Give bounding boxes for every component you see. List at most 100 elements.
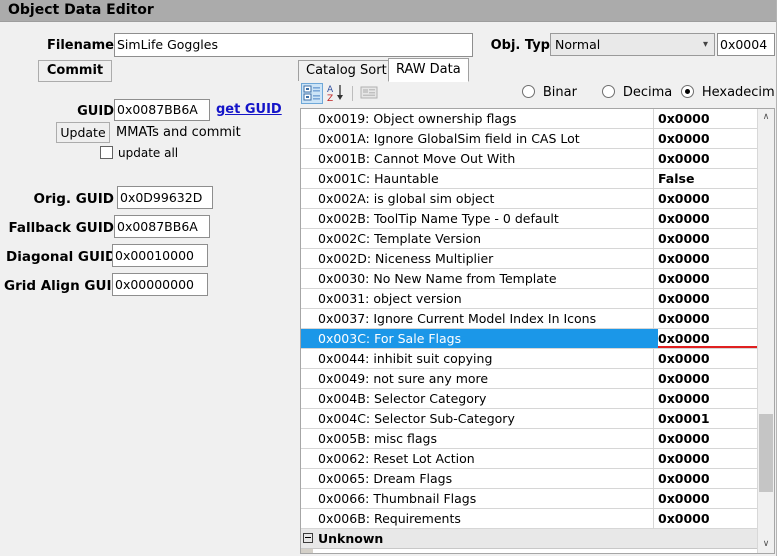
table-row[interactable]: 0x003C: For Sale Flags 0x0000: [301, 329, 757, 349]
row-value[interactable]: 0x0000: [658, 109, 757, 128]
row-value[interactable]: 0x0001: [658, 409, 757, 428]
objtype-select[interactable]: Normal ▾: [550, 33, 715, 56]
table-row[interactable]: 0x0062: Reset Lot Action 0x0000: [301, 449, 757, 469]
alphabetical-sort-icon[interactable]: A Z: [326, 83, 348, 104]
gridalign-guid-input[interactable]: 0x00000000: [112, 273, 208, 296]
row-value[interactable]: 0x0000: [658, 289, 757, 308]
column-divider[interactable]: [653, 409, 654, 428]
row-value[interactable]: 0x0000: [658, 389, 757, 408]
table-row[interactable]: 0x0019: Object ownership flags 0x0000: [301, 109, 757, 129]
row-value[interactable]: 0x0000: [658, 269, 757, 288]
column-divider[interactable]: [653, 169, 654, 188]
column-divider[interactable]: [653, 249, 654, 268]
column-divider[interactable]: [653, 209, 654, 228]
column-divider[interactable]: [653, 289, 654, 308]
row-value[interactable]: 0x0000: [658, 209, 757, 228]
update-all-checkbox[interactable]: [100, 146, 113, 159]
radio-binary-label: Binar: [542, 85, 577, 100]
radio-binary[interactable]: Binar: [522, 85, 577, 103]
table-row[interactable]: 0x0049: not sure any more 0x0000: [301, 369, 757, 389]
table-row[interactable]: 0x001B: Cannot Move Out With 0x0000: [301, 149, 757, 169]
table-row[interactable]: 0x002B: ToolTip Name Type - 0 default 0x0…: [301, 209, 757, 229]
scroll-up-arrow-icon[interactable]: ∧: [758, 109, 774, 126]
row-value[interactable]: 0x0000: [658, 509, 757, 528]
grid-vertical-scrollbar[interactable]: ∧ ∨: [757, 109, 774, 553]
table-row[interactable]: 0x0066: Thumbnail Flags 0x0000: [301, 489, 757, 509]
table-row[interactable]: 0x0031: object version 0x0000: [301, 289, 757, 309]
column-divider[interactable]: [653, 329, 654, 348]
property-pages-icon[interactable]: [358, 83, 380, 104]
update-button[interactable]: Update: [56, 122, 110, 143]
row-name: 0x002A: is global sim object: [318, 191, 495, 206]
orig-guid-label: Orig. GUID: [33, 191, 114, 207]
row-value[interactable]: 0x0000: [658, 349, 757, 368]
row-value[interactable]: 0x0000: [658, 189, 757, 208]
fallback-guid-input[interactable]: 0x0087BB6A: [114, 215, 210, 238]
radio-hexadecimal-dot: [681, 85, 694, 98]
column-divider[interactable]: [653, 369, 654, 388]
row-value[interactable]: 0x0000: [658, 329, 757, 348]
column-divider[interactable]: [653, 229, 654, 248]
scrollbar-thumb[interactable]: [759, 414, 773, 492]
orig-guid-input[interactable]: 0x0D99632D: [117, 186, 213, 209]
row-value[interactable]: 0x0000: [658, 369, 757, 388]
guid-input[interactable]: 0x0087BB6A: [114, 99, 210, 121]
row-value[interactable]: False: [658, 169, 757, 188]
row-name: 0x0049: not sure any more: [318, 371, 489, 386]
column-divider[interactable]: [653, 509, 654, 528]
column-divider[interactable]: [653, 389, 654, 408]
objtype-code-input[interactable]: 0x0004: [717, 33, 775, 56]
table-row[interactable]: 0x0065: Dream Flags 0x0000: [301, 469, 757, 489]
table-row[interactable]: 0x002D: Niceness Multiplier 0x0000: [301, 249, 757, 269]
row-value[interactable]: 0x0000: [658, 129, 757, 148]
scroll-down-arrow-icon[interactable]: ∨: [758, 536, 774, 553]
grid-category-row[interactable]: Unknown: [301, 529, 757, 549]
column-divider[interactable]: [653, 429, 654, 448]
filename-input[interactable]: SimLife Goggles: [114, 33, 473, 57]
row-value[interactable]: 0x0000: [658, 489, 757, 508]
column-divider[interactable]: [653, 449, 654, 468]
tab-catalog-sort[interactable]: Catalog Sort: [298, 60, 395, 81]
column-divider[interactable]: [653, 489, 654, 508]
row-name: 0x0044: inhibit suit copying: [318, 351, 493, 366]
row-value[interactable]: 0x0000: [658, 449, 757, 468]
commit-button[interactable]: Commit: [38, 60, 112, 82]
radio-hexadecimal[interactable]: Hexadecim: [681, 85, 775, 103]
row-value[interactable]: 0x0000: [658, 469, 757, 488]
row-value[interactable]: 0x0000: [658, 229, 757, 248]
row-value[interactable]: 0x0000: [658, 149, 757, 168]
tab-raw-data[interactable]: RAW Data: [388, 58, 469, 82]
object-data-editor-window: Object Data Editor Filename SimLife Gogg…: [0, 0, 777, 556]
row-value[interactable]: 0x0000: [658, 249, 757, 268]
column-divider[interactable]: [653, 529, 654, 548]
table-row[interactable]: 0x001A: Ignore GlobalSim field in CAS Lo…: [301, 129, 757, 149]
row-name: 0x0030: No New Name from Template: [318, 271, 557, 286]
table-row[interactable]: 0x001C: Hauntable False: [301, 169, 757, 189]
table-row[interactable]: 0x0044: inhibit suit copying 0x0000: [301, 349, 757, 369]
column-divider[interactable]: [653, 469, 654, 488]
get-guid-link[interactable]: get GUID: [216, 102, 282, 117]
row-name: 0x001C: Hauntable: [318, 171, 439, 186]
column-divider[interactable]: [653, 349, 654, 368]
categorized-view-icon[interactable]: [301, 83, 323, 104]
table-row[interactable]: 0x004B: Selector Category 0x0000: [301, 389, 757, 409]
column-divider[interactable]: [653, 269, 654, 288]
table-row[interactable]: 0x002A: is global sim object 0x0000: [301, 189, 757, 209]
table-row[interactable]: 0x005B: misc flags 0x0000: [301, 429, 757, 449]
table-row[interactable]: 0x006B: Requirements 0x0000: [301, 509, 757, 529]
table-row[interactable]: 0x0030: No New Name from Template 0x0000: [301, 269, 757, 289]
column-divider[interactable]: [653, 309, 654, 328]
column-divider[interactable]: [653, 189, 654, 208]
diagonal-guid-input[interactable]: 0x00010000: [112, 244, 208, 267]
table-row[interactable]: 0x0037: Ignore Current Model Index In Ic…: [301, 309, 757, 329]
column-divider[interactable]: [653, 149, 654, 168]
row-value[interactable]: 0x0000: [658, 309, 757, 328]
table-row[interactable]: 0x002C: Template Version 0x0000: [301, 229, 757, 249]
radio-decimal[interactable]: Decima: [602, 85, 672, 103]
column-divider[interactable]: [653, 129, 654, 148]
row-value[interactable]: 0x0000: [658, 429, 757, 448]
collapse-minus-icon[interactable]: [303, 533, 313, 543]
row-value[interactable]: [658, 529, 757, 548]
column-divider[interactable]: [653, 109, 654, 128]
table-row[interactable]: 0x004C: Selector Sub-Category 0x0001: [301, 409, 757, 429]
